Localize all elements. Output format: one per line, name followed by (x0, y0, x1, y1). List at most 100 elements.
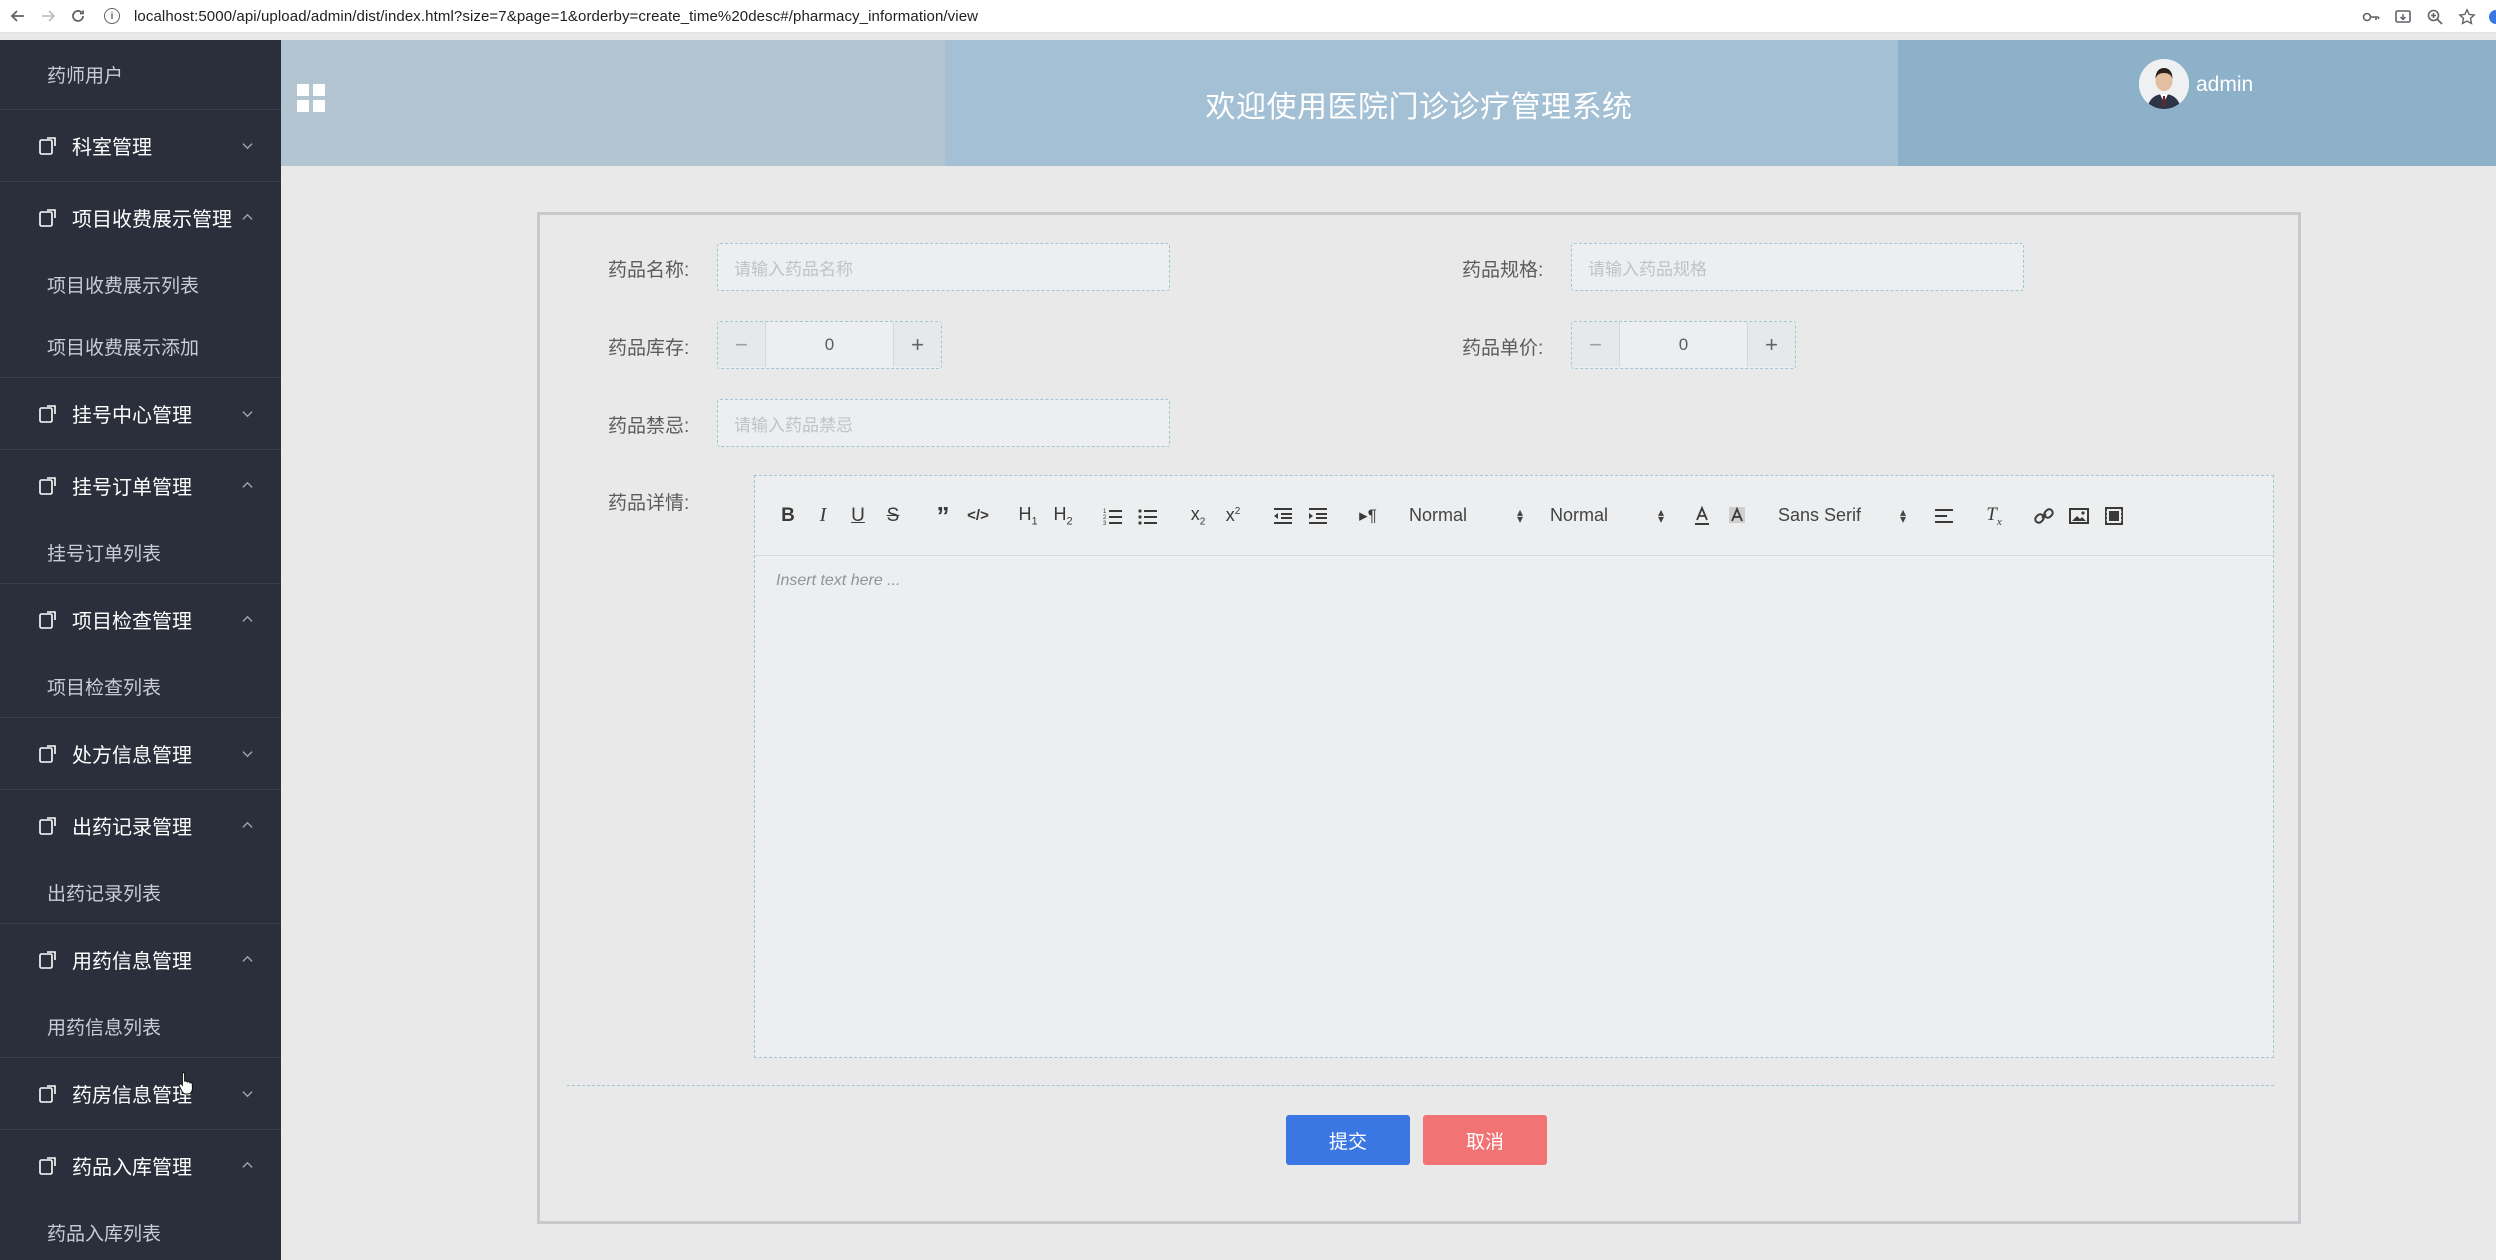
bold-icon[interactable]: B (773, 502, 803, 530)
strikethrough-icon[interactable]: S (878, 502, 908, 530)
sidebar-subitem[interactable]: 项目收费展示添加 (0, 315, 281, 377)
editor-content[interactable]: Insert text here ... (755, 556, 2273, 606)
size-picker[interactable]: Normal ▴ ▾ (1544, 502, 1670, 530)
heading-1-icon[interactable]: H1 (1013, 502, 1043, 530)
sidebar-group-header[interactable]: 处方信息管理 (0, 718, 281, 789)
chevron-up-icon (242, 213, 253, 220)
avatar[interactable] (2139, 59, 2189, 109)
heading-2-icon[interactable]: H2 (1048, 502, 1078, 530)
back-arrow-icon (10, 10, 24, 22)
price-decrease-button[interactable]: − (1572, 322, 1620, 367)
outdent-icon[interactable] (1268, 502, 1298, 530)
header-picker[interactable]: Normal ▴ ▾ (1403, 502, 1529, 530)
sidebar-group: 处方信息管理 (0, 718, 281, 790)
avatar-portrait-icon (2139, 59, 2189, 109)
underline-icon[interactable]: U (843, 502, 873, 530)
reload-button[interactable] (66, 4, 90, 28)
sidebar-group-label: 科室管理 (72, 137, 152, 159)
sidebar-group-header[interactable]: 药房信息管理 (0, 1058, 281, 1129)
editor-toolbar: B I U S ” </> H1 H2 123 x2 x2 ▸¶ Normal … (755, 476, 2273, 556)
sidebar-group: 药房信息管理 (0, 1058, 281, 1130)
cancel-button[interactable]: 取消 (1423, 1115, 1547, 1165)
image-icon[interactable] (2064, 502, 2094, 530)
superscript-icon[interactable]: x2 (1218, 502, 1248, 530)
clear-format-icon[interactable]: Tx (1979, 502, 2009, 530)
sidebar-group-header[interactable]: 药品入库管理 (0, 1130, 281, 1201)
sidebar-group-header[interactable]: 科室管理 (0, 110, 281, 181)
sidebar-group-label: 项目检查管理 (72, 611, 192, 633)
font-picker[interactable]: Sans Serif ▴ ▾ (1772, 502, 1912, 530)
chevron-up-icon (242, 615, 253, 622)
sidebar-group-header[interactable]: 出药记录管理 (0, 790, 281, 861)
sidebar-subitem[interactable]: 药品入库列表 (0, 1201, 281, 1260)
address-bar[interactable]: i localhost:5000/api/upload/admin/dist/i… (104, 0, 978, 33)
stock-value[interactable]: 0 (766, 322, 893, 368)
size-picker-value: Normal (1550, 505, 1609, 525)
username[interactable]: admin (2196, 73, 2253, 97)
sidebar-group: 项目检查管理项目检查列表 (0, 584, 281, 718)
sidebar-item-pharmacist-users[interactable]: 药师用户 (0, 40, 281, 110)
link-icon[interactable] (2029, 502, 2059, 530)
price-value[interactable]: 0 (1620, 322, 1747, 368)
sidebar-group-header[interactable]: 挂号订单管理 (0, 450, 281, 521)
submit-button[interactable]: 提交 (1286, 1115, 1410, 1165)
code-block-icon[interactable]: </> (963, 502, 993, 530)
rich-text-editor[interactable]: B I U S ” </> H1 H2 123 x2 x2 ▸¶ Normal … (754, 475, 2274, 1058)
sidebar-group-header[interactable]: 挂号中心管理 (0, 378, 281, 449)
ordered-list-icon[interactable]: 123 (1098, 502, 1128, 530)
document-icon (39, 816, 56, 835)
sidebar-group-label: 处方信息管理 (72, 745, 192, 767)
subscript-icon[interactable]: x2 (1183, 502, 1213, 530)
medicine-price-stepper[interactable]: − 0 + (1571, 321, 1796, 369)
sidebar-group-header[interactable]: 项目收费展示管理 (0, 182, 281, 253)
site-info-icon[interactable]: i (104, 8, 120, 24)
sidebar-group-header[interactable]: 项目检查管理 (0, 584, 281, 655)
picker-arrows-icon: ▴ ▾ (1899, 504, 1906, 526)
zoom-icon[interactable] (2422, 4, 2448, 30)
forward-button[interactable] (36, 4, 60, 28)
medicine-taboo-label: 药品禁忌: (608, 416, 690, 437)
sidebar-group: 药品入库管理 药品入库列表 (0, 1130, 281, 1260)
blockquote-icon[interactable]: ” (928, 502, 958, 530)
font-picker-value: Sans Serif (1778, 505, 1862, 525)
text-direction-icon[interactable]: ▸¶ (1353, 502, 1383, 530)
chevron-up-icon (242, 821, 253, 828)
sidebar-subitem[interactable]: 项目收费展示列表 (0, 253, 281, 315)
sidebar-group-label: 挂号订单管理 (72, 477, 192, 499)
medicine-spec-input[interactable]: 请输入药品规格 (1571, 243, 2024, 291)
medicine-taboo-input[interactable]: 请输入药品禁忌 (717, 399, 1170, 447)
sidebar-group-label: 出药记录管理 (72, 817, 192, 839)
picker-arrows-icon: ▴ ▾ (1657, 504, 1664, 526)
url-text[interactable]: localhost:5000/api/upload/admin/dist/ind… (134, 8, 978, 25)
indent-icon[interactable] (1303, 502, 1333, 530)
align-icon[interactable] (1929, 502, 1959, 530)
sidebar-subitem[interactable]: 用药信息列表 (0, 995, 281, 1057)
bookmark-star-icon[interactable] (2454, 4, 2480, 30)
italic-icon[interactable]: I (808, 502, 838, 530)
medicine-stock-stepper[interactable]: − 0 + (717, 321, 942, 369)
medicine-name-input[interactable]: 请输入药品名称 (717, 243, 1170, 291)
reload-icon (72, 10, 84, 22)
stock-increase-button[interactable]: + (893, 322, 941, 367)
stock-decrease-button[interactable]: − (718, 322, 766, 367)
text-color-icon[interactable] (1687, 502, 1717, 530)
bullet-list-icon[interactable] (1133, 502, 1163, 530)
medicine-stock-label: 药品库存: (608, 338, 690, 359)
sidebar-subitem[interactable]: 项目检查列表 (0, 655, 281, 717)
profile-icon[interactable] (2486, 4, 2496, 30)
medicine-form: 药品名称: 请输入药品名称 药品规格: 请输入药品规格 药品库存: − 0 + … (537, 212, 2301, 1224)
document-icon (39, 610, 56, 629)
chevron-up-icon (242, 1161, 253, 1168)
price-increase-button[interactable]: + (1747, 322, 1795, 367)
sidebar-subitem[interactable]: 出药记录列表 (0, 861, 281, 923)
key-icon[interactable] (2358, 4, 2384, 30)
video-icon[interactable] (2099, 502, 2129, 530)
sidebar-group-header[interactable]: 用药信息管理 (0, 924, 281, 995)
sidebar-group: 出药记录管理出药记录列表 (0, 790, 281, 924)
background-color-icon[interactable] (1722, 502, 1752, 530)
back-button[interactable] (6, 4, 30, 28)
sidebar-group: 挂号订单管理挂号订单列表 (0, 450, 281, 584)
sidebar-subitem[interactable]: 挂号订单列表 (0, 521, 281, 583)
install-app-icon[interactable] (2390, 4, 2416, 30)
chevron-up-icon (242, 955, 253, 962)
